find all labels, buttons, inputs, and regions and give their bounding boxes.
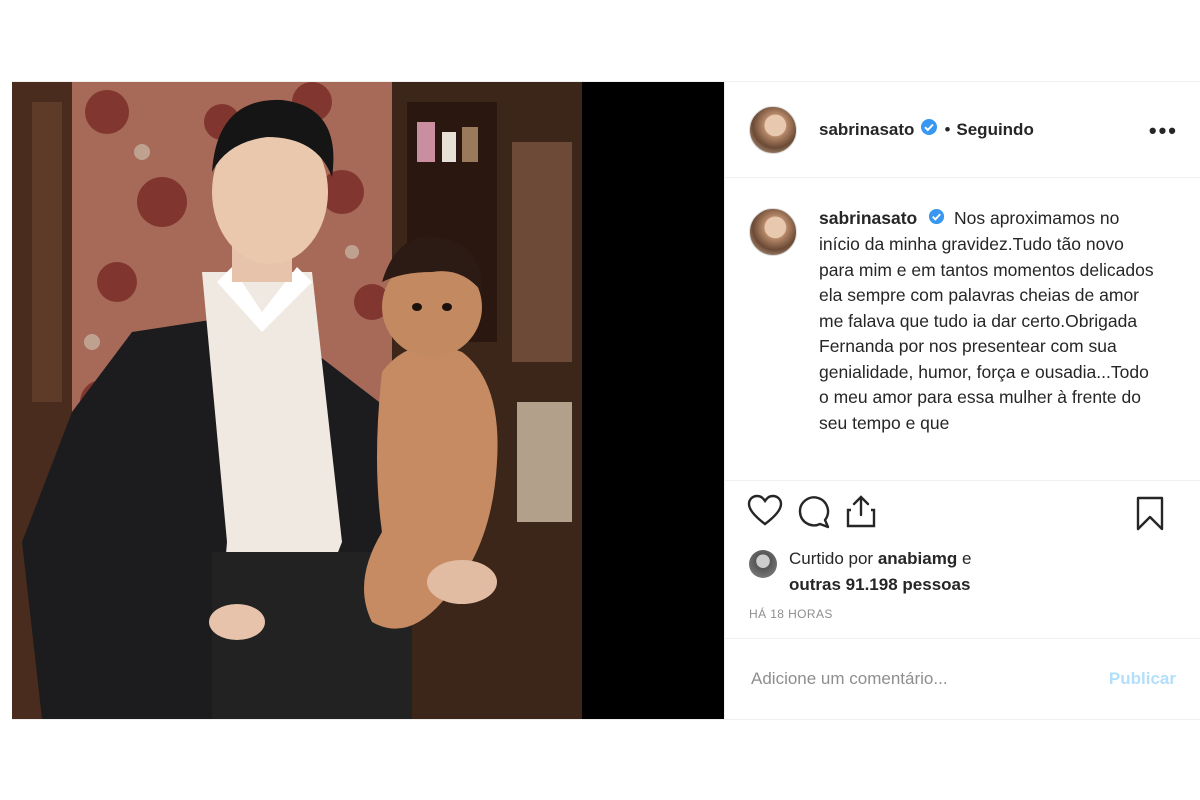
post-photo[interactable] (12, 82, 724, 719)
likes-prefix: Curtido por (789, 549, 874, 568)
add-comment-bar: Publicar (725, 638, 1200, 718)
caption-username[interactable]: sabrinasato (819, 208, 917, 228)
photo-illustration (12, 82, 724, 719)
likes-summary: Curtido por anabiamg e outras 91.198 pes… (749, 546, 971, 598)
comment-input[interactable] (749, 667, 1109, 690)
share-icon[interactable] (843, 493, 879, 529)
post-timestamp[interactable]: HÁ 18 HORAS (749, 607, 833, 621)
comment-icon[interactable] (795, 493, 831, 529)
post-sidebar: sabrinasato • Seguindo ••• sabrinasato N… (724, 82, 1200, 719)
caption-text: sabrinasato Nos aproximamos no início da… (819, 206, 1159, 478)
caption-body: Nos aproximamos no início da minha gravi… (819, 208, 1154, 433)
likes-text: Curtido por anabiamg e outras 91.198 pes… (789, 546, 971, 598)
likes-joiner: e (961, 549, 972, 568)
likes-count-link[interactable]: outras 91.198 pessoas (789, 575, 970, 594)
publish-button[interactable]: Publicar (1109, 669, 1176, 689)
verified-badge-icon (920, 118, 938, 141)
author-username[interactable]: sabrinasato (819, 120, 914, 140)
instagram-post: sabrinasato • Seguindo ••• sabrinasato N… (12, 81, 1200, 720)
separator-dot: • (944, 119, 951, 139)
follow-status-button[interactable]: Seguindo (956, 120, 1033, 140)
action-bar (725, 480, 1200, 541)
more-options-icon[interactable]: ••• (1149, 118, 1178, 144)
liker-avatar[interactable] (749, 550, 777, 578)
heart-icon[interactable] (747, 493, 783, 529)
verified-badge-icon (928, 207, 945, 233)
post-header: sabrinasato • Seguindo ••• (725, 82, 1200, 178)
bookmark-icon[interactable] (1132, 495, 1168, 531)
caption-avatar[interactable] (749, 208, 797, 256)
liker-username[interactable]: anabiamg (878, 549, 957, 568)
author-avatar[interactable] (749, 105, 797, 154)
comments-area: sabrinasato Nos aproximamos no início da… (725, 178, 1200, 478)
